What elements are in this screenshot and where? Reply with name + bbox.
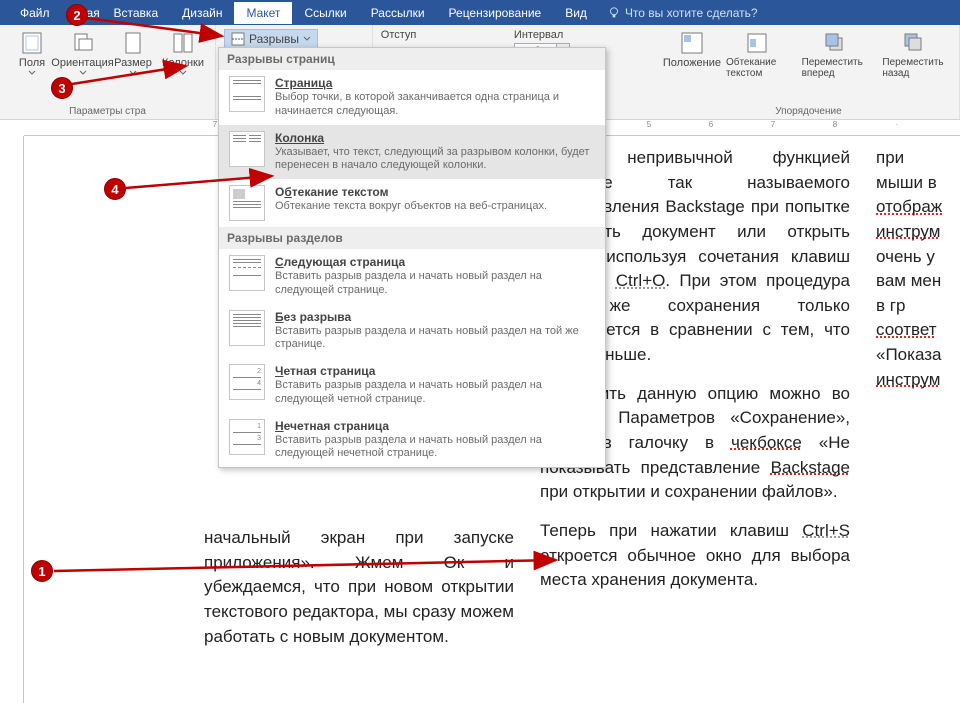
body-text: при [876, 146, 946, 171]
page-setup-group-label: Параметры стра [8, 106, 207, 117]
break-nextpage-item[interactable]: Следующая страницаВставить разрыв раздел… [219, 249, 605, 304]
arrange-group-label: Упорядочение [666, 106, 951, 117]
body-text: начальный экран при запуске приложения».… [204, 526, 514, 649]
send-backward-button[interactable]: Переместить назад [876, 29, 951, 81]
tab-references[interactable]: Ссылки [292, 2, 358, 24]
callout-4: 4 [104, 178, 126, 200]
columns-button[interactable]: Колонки [159, 29, 207, 79]
break-page-item[interactable]: СтраницаВыбор точки, в которой заканчива… [219, 70, 605, 125]
indent-label: Отступ [381, 29, 498, 41]
body-text: соответ [876, 318, 946, 343]
bring-forward-icon [823, 31, 847, 55]
nextpage-break-icon [229, 255, 265, 291]
ribbon-tabs: Файл вная Вставка Дизайн Макет Ссылки Ра… [0, 0, 960, 25]
oddpage-break-icon: 13 [229, 419, 265, 455]
spacing-label: Интервал [514, 29, 650, 41]
break-oddpage-item[interactable]: 13 Нечетная страницаВставить разрыв разд… [219, 413, 605, 468]
callout-2: 2 [66, 4, 88, 26]
tab-layout[interactable]: Макет [234, 2, 292, 24]
dropdown-section-page-breaks: Разрывы страниц [219, 48, 605, 70]
orientation-button[interactable]: Ориентация [58, 29, 107, 79]
chevron-down-icon [79, 69, 87, 77]
callout-3: 3 [51, 77, 73, 99]
tab-file[interactable]: Файл [8, 2, 62, 24]
chevron-down-icon [303, 35, 311, 43]
chevron-down-icon [179, 69, 187, 77]
textwrap-break-icon [229, 185, 265, 221]
chevron-down-icon [129, 69, 137, 77]
break-column-item[interactable]: КолонкаУказывает, что текст, следующий з… [219, 125, 605, 180]
breaks-icon [231, 32, 245, 46]
position-icon [680, 31, 704, 55]
margins-button[interactable]: Поля [8, 29, 56, 79]
breaks-button[interactable]: Разрывы [224, 29, 318, 49]
columns-icon [171, 31, 195, 55]
position-button[interactable]: Положение [666, 29, 718, 81]
evenpage-break-icon: 24 [229, 364, 265, 400]
body-text: инструм [876, 220, 946, 245]
tell-me-search[interactable]: Что вы хотите сделать? [607, 6, 758, 20]
break-continuous-item[interactable]: Без разрываВставить разрыв раздела и нач… [219, 304, 605, 359]
bring-forward-button[interactable]: Переместить вперед [796, 29, 875, 81]
body-text: мыши в [876, 171, 946, 196]
callout-1: 1 [31, 560, 53, 582]
wrap-icon [745, 31, 769, 55]
continuous-break-icon [229, 310, 265, 346]
body-text: инструм [876, 368, 946, 393]
body-text: «Показа [876, 343, 946, 368]
breaks-dropdown: Разрывы страниц СтраницаВыбор точки, в к… [218, 47, 606, 468]
body-text: очень у [876, 245, 946, 270]
lightbulb-icon [607, 6, 621, 20]
tab-view[interactable]: Вид [553, 2, 599, 24]
tab-review[interactable]: Рецензирование [437, 2, 554, 24]
margins-icon [20, 31, 44, 55]
wrap-text-button[interactable]: Обтекание текстом [720, 29, 794, 81]
size-button[interactable]: Размер [109, 29, 157, 79]
body-text: Теперь при нажатии клавиш Ctrl+S откроет… [540, 519, 850, 593]
body-text: в гр [876, 294, 946, 319]
tab-design[interactable]: Дизайн [170, 2, 234, 24]
send-backward-icon [902, 31, 926, 55]
chevron-down-icon [28, 69, 36, 77]
column-break-icon [229, 131, 265, 167]
break-evenpage-item[interactable]: 24 Четная страницаВставить разрыв раздел… [219, 358, 605, 413]
body-text: отображ [876, 195, 946, 220]
page-size-icon [121, 31, 145, 55]
tab-insert[interactable]: Вставка [102, 2, 171, 24]
break-textwrap-item[interactable]: Обтекание текстомОбтекание текста вокруг… [219, 179, 605, 227]
dropdown-section-section-breaks: Разрывы разделов [219, 227, 605, 249]
tab-mailings[interactable]: Рассылки [359, 2, 437, 24]
page-break-icon [229, 76, 265, 112]
vertical-ruler[interactable] [0, 136, 24, 703]
body-text: вам мен [876, 269, 946, 294]
orientation-icon [71, 31, 95, 55]
